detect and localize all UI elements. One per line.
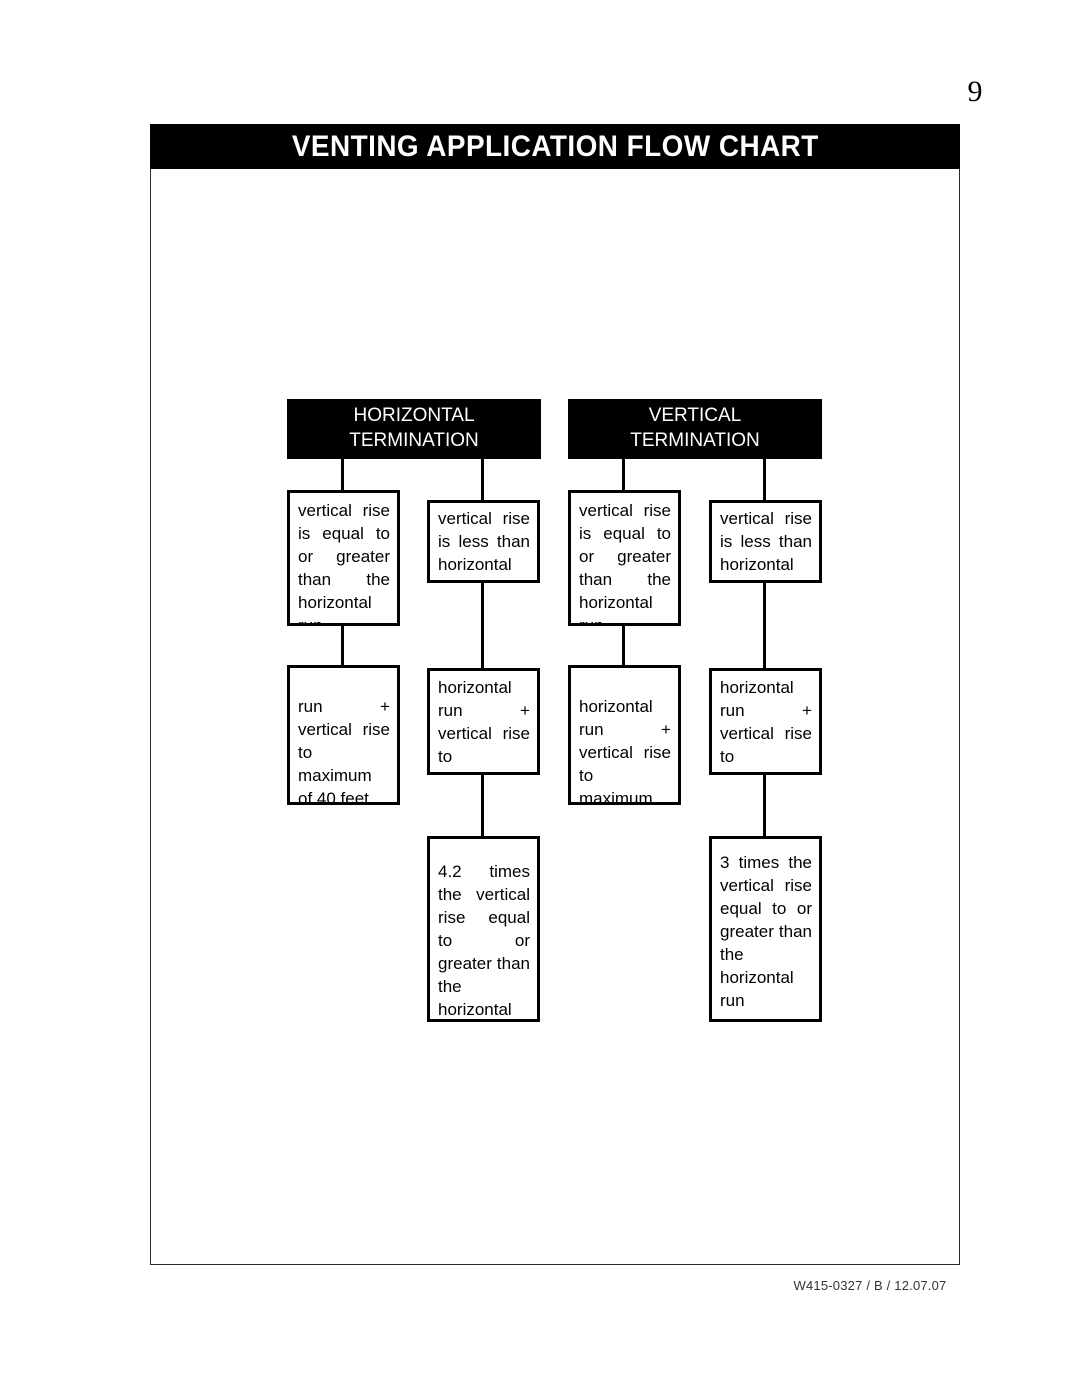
flow-node-2-1: vertical rise is less than horizontal ru… [427, 500, 540, 583]
flow-node-text: vertical rise is equal to or greater tha… [298, 501, 390, 626]
flow-node-4-2: horizontal run + vertical rise to maximu… [709, 668, 822, 775]
connector-node-4-1-to-node-4-2 [763, 583, 766, 668]
flow-node-text: vertical rise is equal to or greater tha… [579, 501, 671, 626]
connector-node-3-1-to-node-3-2 [622, 626, 625, 665]
connector-vertical-header-to-node-4-1 [763, 456, 766, 500]
flow-node-text: horizontal run + vertical rise to maximu… [438, 678, 530, 772]
flow-node-text: 4.2 times the vertical rise equal to or … [438, 862, 530, 1019]
connector-vertical-header-to-node-3-1 [622, 456, 625, 490]
connector-node-2-1-to-node-2-2 [481, 583, 484, 668]
header-line-2: TERMINATION [630, 429, 760, 451]
flow-node-text: run + vertical rise to maximum of 40 fee… [298, 697, 390, 805]
connector-horizontal-header-to-node-1-1 [341, 456, 344, 490]
flow-node-text: horizontal run + vertical rise to maximu… [720, 678, 812, 772]
connector-node-4-2-to-node-4-3 [763, 775, 766, 836]
flow-node-1-1: vertical rise is equal to or greater tha… [287, 490, 400, 626]
header-box-vertical-termination: VERTICAL TERMINATION [568, 399, 822, 456]
document-code-footer: W415-0327 / B / 12.07.07 [793, 1278, 947, 1293]
header-box-horizontal-termination: HORIZONTAL TERMINATION [287, 399, 541, 456]
connector-node-2-2-to-node-2-3 [481, 775, 484, 836]
flow-node-text: vertical rise is less than horizontal ru… [720, 509, 812, 580]
header-line-2: TERMINATION [349, 429, 479, 451]
flow-node-4-3: 3 times the vertical rise equal to or gr… [709, 836, 822, 1022]
flow-node-text: vertical rise is less than horizontal ru… [438, 509, 530, 580]
connector-span-vertical-header [568, 456, 822, 459]
flow-node-3-1: vertical rise is equal to or greater tha… [568, 490, 681, 626]
venting-application-flow-chart: HORIZONTAL TERMINATION VERTICAL TERMINAT… [0, 0, 1080, 1397]
flow-node-text: 3 times the vertical rise equal to or gr… [720, 853, 812, 1010]
connector-node-1-1-to-node-1-2 [341, 626, 344, 665]
flow-node-2-2: horizontal run + vertical rise to maximu… [427, 668, 540, 775]
header-line-1: HORIZONTAL [353, 404, 475, 426]
connector-span-horizontal-header [287, 456, 541, 459]
flow-node-3-2: horizontal run + vertical rise to maximu… [568, 665, 681, 805]
connector-horizontal-header-to-node-2-1 [481, 456, 484, 500]
flow-node-text: horizontal run + vertical rise to maximu… [579, 697, 671, 805]
flow-node-2-3: 4.2 times the vertical rise equal to or … [427, 836, 540, 1022]
header-line-1: VERTICAL [648, 404, 742, 426]
flow-node-4-1: vertical rise is less than horizontal ru… [709, 500, 822, 583]
flow-node-1-2: run + vertical rise to maximum of 40 fee… [287, 665, 400, 805]
